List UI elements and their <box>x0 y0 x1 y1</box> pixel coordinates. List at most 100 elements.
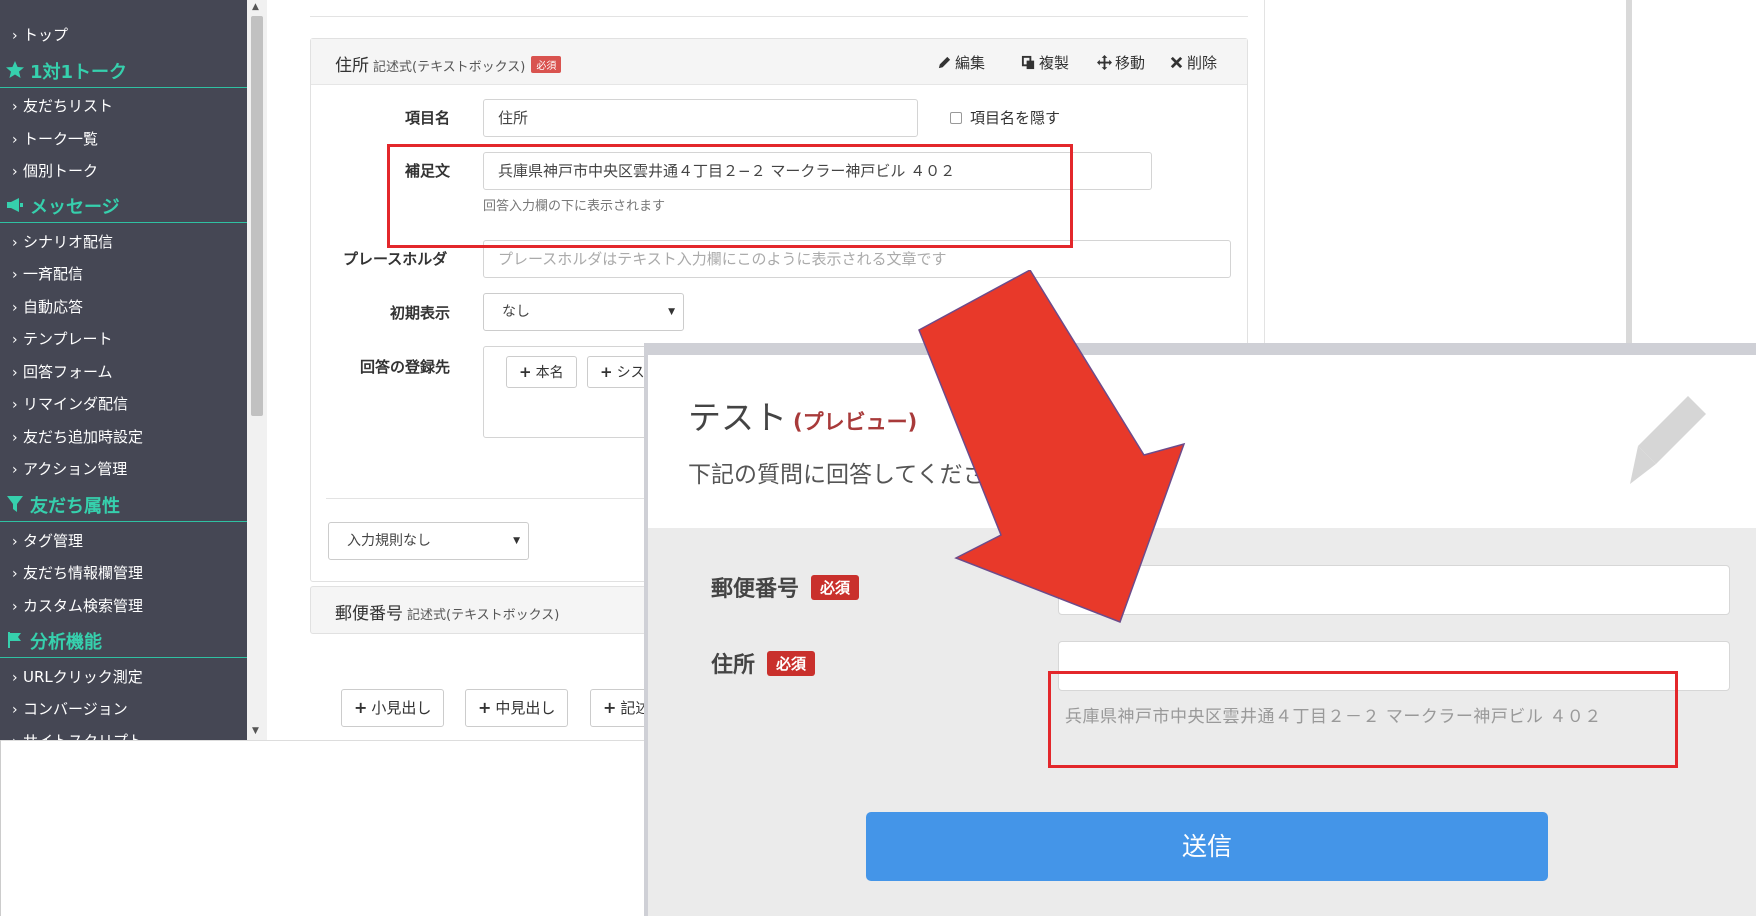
scrollbar-thumb[interactable] <box>251 16 263 416</box>
add-system-button[interactable]: + シス <box>587 356 647 388</box>
flag-icon <box>8 632 21 648</box>
required-badge: 必須 <box>767 651 816 676</box>
chevron-right-icon: › <box>12 99 18 115</box>
pencil-icon <box>1630 396 1706 484</box>
caret-down-icon: ▼ <box>668 307 675 317</box>
plus-icon: + <box>519 363 532 381</box>
question-title: 郵便番号 記述式(テキストボックス) <box>335 604 560 624</box>
sidebar-item-custom-search[interactable]: › カスタム検索管理 <box>12 595 143 616</box>
highlight-box-supplement <box>387 144 1073 248</box>
sidebar-item-reminder[interactable]: › リマインダ配信 <box>12 393 128 414</box>
chevron-right-icon: › <box>12 462 18 478</box>
chevron-right-icon: › <box>12 702 18 718</box>
star-icon <box>6 61 24 78</box>
edit-button[interactable]: 編集 <box>937 52 985 73</box>
question-type: 記述式(テキストボックス) <box>407 608 560 623</box>
postal-code-label: 郵便番号 必須 <box>711 571 860 603</box>
chevron-right-icon: › <box>12 397 18 413</box>
sidebar-item-answer-form[interactable]: › 回答フォーム <box>12 361 113 382</box>
hide-name-checkbox[interactable]: 項目名を隠す <box>950 107 1060 128</box>
chevron-right-icon: › <box>12 365 18 381</box>
chevron-right-icon: › <box>12 566 18 582</box>
sidebar-item-scenario[interactable]: › シナリオ配信 <box>12 231 113 252</box>
sidebar-item-friend-list[interactable]: › 友だちリスト <box>12 95 113 116</box>
filter-icon <box>7 496 23 512</box>
sidebar-item-individual-talk[interactable]: › 個別トーク <box>12 160 98 181</box>
sidebar-item-talk-list[interactable]: › トーク一覧 <box>12 128 98 149</box>
plus-icon: + <box>600 363 613 381</box>
initial-display-label: 初期表示 <box>390 304 451 322</box>
sidebar-item-friend-add-settings[interactable]: › 友だち追加時設定 <box>12 426 143 447</box>
chevron-right-icon: › <box>12 670 18 686</box>
chevron-right-icon: › <box>12 300 18 316</box>
item-name-input[interactable]: 住所 <box>483 99 918 137</box>
plus-icon: + <box>603 698 617 717</box>
required-badge: 必須 <box>531 56 562 73</box>
sidebar-item-site-script[interactable]: ›サイトスクリプト <box>12 730 143 740</box>
sidebar-item-top[interactable]: › トップ <box>12 24 68 45</box>
sidebar-item-friend-info[interactable]: › 友だち情報欄管理 <box>12 562 143 583</box>
sidebar-section-analysis: 分析機能 <box>0 626 247 658</box>
chevron-right-icon: › <box>12 430 18 446</box>
address-label: 住所 必須 <box>711 647 816 679</box>
sidebar-section-talk: 1対1トーク <box>0 56 247 88</box>
scroll-down-arrow-icon[interactable]: ▼ <box>252 726 259 736</box>
close-icon <box>1170 56 1183 69</box>
chevron-right-icon: › <box>12 332 18 348</box>
chevron-right-icon: › <box>12 235 18 251</box>
sidebar-item-url-click[interactable]: › URLクリック測定 <box>12 666 143 687</box>
plus-icon: + <box>354 698 368 717</box>
add-real-name-button[interactable]: + 本名 <box>506 356 577 388</box>
sidebar-section-friend-attr: 友だち属性 <box>0 490 247 522</box>
sidebar-item-conversion[interactable]: › コンバージョン <box>12 698 128 719</box>
sidebar-nav: › トップ 1対1トーク › 友だちリスト › トーク一覧 › 個別トーク メッセージ … <box>0 0 247 740</box>
move-button[interactable]: 移動 <box>1097 52 1145 73</box>
add-small-heading-button[interactable]: + 小見出し <box>341 689 445 727</box>
plus-icon: + <box>478 698 492 717</box>
megaphone-icon <box>7 198 23 212</box>
delete-button[interactable]: 削除 <box>1169 52 1217 73</box>
chevron-right-icon: › <box>12 164 18 180</box>
item-name-label: 項目名 <box>405 109 451 127</box>
scroll-up-arrow-icon[interactable]: ▲ <box>252 2 259 12</box>
register-label: 回答の登録先 <box>360 358 451 376</box>
question-title: 住所 記述式(テキストボックス) 必須 <box>335 51 562 76</box>
arrow-pointer-icon <box>918 270 1186 623</box>
sidebar-item-broadcast[interactable]: › 一斉配信 <box>12 263 83 284</box>
add-text-question-button[interactable]: + 記述 <box>590 689 650 727</box>
preview-title: テスト (プレビュー) <box>688 398 918 437</box>
add-medium-heading-button[interactable]: + 中見出し <box>465 689 569 727</box>
divider-line <box>0 740 644 741</box>
required-badge: 必須 <box>811 575 860 600</box>
move-icon <box>1097 55 1112 70</box>
sidebar-item-auto-reply[interactable]: › 自動応答 <box>12 296 83 317</box>
submit-button[interactable]: 送信 <box>866 812 1548 881</box>
preview-content: テスト (プレビュー) 下記の質問に回答してくださ 郵便番号 必須 住所 必須 兵庫県… <box>648 355 1756 916</box>
copy-icon <box>1021 55 1035 70</box>
chevron-right-icon: › <box>12 534 18 550</box>
highlight-box-preview-help <box>1048 671 1678 768</box>
caret-down-icon: ▼ <box>513 536 520 546</box>
question-type: 記述式(テキストボックス) <box>373 60 526 75</box>
chevron-right-icon: › <box>12 28 18 44</box>
divider-line <box>310 16 1248 17</box>
chevron-right-icon: › <box>12 267 18 283</box>
page-scrollbar[interactable] <box>1626 0 1632 345</box>
checkbox-box[interactable] <box>950 112 962 124</box>
chevron-right-icon: › <box>12 132 18 148</box>
divider-line <box>0 740 1 916</box>
pencil-icon <box>938 56 951 69</box>
chevron-right-icon: › <box>12 599 18 615</box>
placeholder-label: プレースホルダ <box>343 250 448 268</box>
sidebar-item-template[interactable]: › テンプレート <box>12 328 113 349</box>
sidebar-item-action-manage[interactable]: › アクション管理 <box>12 458 127 479</box>
sidebar-scrollbar[interactable]: ▲ ▼ <box>247 0 267 740</box>
preview-header: テスト (プレビュー) 下記の質問に回答してくださ <box>648 355 1756 528</box>
sidebar-item-tag-manage[interactable]: › タグ管理 <box>12 530 83 551</box>
input-rule-select[interactable]: 入力規則なし ▼ <box>328 522 529 560</box>
question-card-header: 住所 記述式(テキストボックス) 必須 編集 複製 移動 削除 <box>311 39 1247 85</box>
initial-display-select[interactable]: なし ▼ <box>483 293 684 331</box>
preview-window: テスト (プレビュー) 下記の質問に回答してくださ 郵便番号 必須 住所 必須 兵庫県… <box>644 343 1756 916</box>
sidebar-section-message: メッセージ <box>0 191 247 223</box>
copy-button[interactable]: 複製 <box>1021 52 1069 73</box>
